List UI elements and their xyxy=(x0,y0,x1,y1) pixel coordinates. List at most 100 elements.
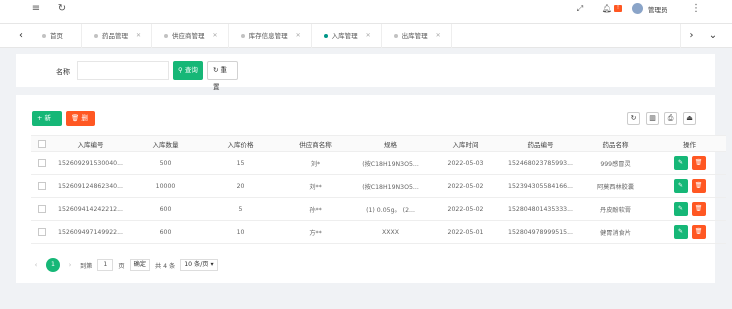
table-cell: 152609497149922... xyxy=(53,220,128,244)
next-page-icon[interactable]: › xyxy=(65,261,75,269)
username[interactable]: 管理员 xyxy=(648,4,668,14)
tabs-scroll-right-icon[interactable]: › xyxy=(680,24,702,48)
column-header[interactable]: 药品名称 xyxy=(578,135,653,152)
delete-icon[interactable]: 🗑︎ xyxy=(691,202,706,216)
more-icon[interactable]: ⋮ xyxy=(690,3,702,15)
tab-dot-icon xyxy=(94,34,98,38)
add-button[interactable]: + 新增 xyxy=(32,111,62,137)
table-cell: (按C18H19N3O5... xyxy=(353,151,428,175)
table-cell: 2022-05-02 xyxy=(428,197,503,221)
select-all-checkbox[interactable] xyxy=(38,139,46,148)
row-checkbox[interactable] xyxy=(38,159,46,167)
column-header[interactable]: 入库编号 xyxy=(53,135,128,152)
tab-dot-icon xyxy=(164,34,169,38)
goto-confirm-button[interactable]: 确定 xyxy=(129,259,150,271)
chevron-down-icon[interactable]: ⌄ xyxy=(702,24,724,48)
reset-icon: ↻ xyxy=(213,66,221,74)
table-cell: 600 xyxy=(128,197,203,221)
edit-icon[interactable]: ✎ xyxy=(673,156,688,170)
tab-dot-icon xyxy=(240,34,245,38)
table-cell: 2022-05-03 xyxy=(428,151,503,175)
column-header[interactable]: 规格 xyxy=(353,135,428,152)
tab-label: 供应商管理 xyxy=(172,32,205,40)
tab-list: 首页 药品管理 ✕ 供应商管理 ✕ 库存信息管理 ✕ 入库管理 ✕ 出库管理 ✕ xyxy=(30,24,452,48)
current-page[interactable]: 1 xyxy=(46,258,60,272)
row-actions: ✎ 🗑︎ xyxy=(653,151,726,175)
columns-icon[interactable]: ▥ xyxy=(646,112,659,125)
tab-dot-icon xyxy=(42,34,46,38)
goto-page-input[interactable]: 1 xyxy=(97,259,114,271)
menu-icon[interactable]: ≡ xyxy=(30,3,42,15)
refresh-icon[interactable]: ↻ xyxy=(56,3,68,15)
column-header[interactable]: 入库时间 xyxy=(428,135,503,152)
row-checkbox[interactable] xyxy=(38,228,46,236)
column-header[interactable]: 入库数量 xyxy=(128,135,203,152)
prev-page-icon[interactable]: ‹ xyxy=(31,261,41,269)
tab-label: 首页 xyxy=(50,32,63,40)
edit-icon[interactable]: ✎ xyxy=(673,202,688,216)
export-icon[interactable]: ⏏ xyxy=(683,112,696,125)
table-row[interactable]: 152609497149922... 600 10 方** XXXX 2022-… xyxy=(31,220,726,244)
expand-icon[interactable]: ⤢ xyxy=(574,3,586,15)
avatar[interactable] xyxy=(632,3,643,14)
close-icon[interactable]: ✕ xyxy=(366,24,371,48)
total-count: 共 4 条 xyxy=(154,262,176,270)
column-header[interactable]: 药品编号 xyxy=(503,135,578,152)
table-row[interactable]: 152609291530040... 500 15 刘* (按C18H19N3O… xyxy=(31,151,726,175)
table-cell: 600 xyxy=(128,220,203,244)
column-header[interactable]: 供应商名称 xyxy=(278,135,353,152)
search-button[interactable]: ⚲ 查询 xyxy=(173,61,203,80)
table-cell: 152804978999515... xyxy=(503,220,578,244)
close-icon[interactable]: ✕ xyxy=(213,24,218,48)
table-cell: 999感冒灵 xyxy=(578,151,653,175)
table-header: 入库编号 入库数量 入库价格 供应商名称 规格 入库时间 药品编号 药品名称 操… xyxy=(31,135,726,152)
tab-inbound-management[interactable]: 入库管理 ✕ xyxy=(312,24,382,48)
table-cell: 20 xyxy=(203,174,278,198)
close-icon[interactable]: ✕ xyxy=(136,24,141,48)
name-search-input[interactable] xyxy=(77,61,169,80)
table-cell: 10 xyxy=(203,220,278,244)
tab-inventory-management[interactable]: 库存信息管理 ✕ xyxy=(229,24,312,48)
table-cell: 152609124862340... xyxy=(53,174,128,198)
edit-icon[interactable]: ✎ xyxy=(673,225,688,239)
table-cell: 152609414242212... xyxy=(53,197,128,221)
row-actions: ✎ 🗑︎ xyxy=(653,174,726,198)
close-icon[interactable]: ✕ xyxy=(296,24,301,48)
refresh-table-icon[interactable]: ↻ xyxy=(627,112,640,125)
reset-button[interactable]: ↻ 重置 xyxy=(207,61,238,91)
table-cell: (按C18H19N3O5... xyxy=(353,174,428,198)
close-icon[interactable]: ✕ xyxy=(436,24,441,48)
notification-badge: ! xyxy=(614,5,622,12)
page-size-select[interactable]: 10 条/页 ▾ xyxy=(180,259,218,271)
tabs-scroll-left-icon[interactable]: ‹ xyxy=(10,24,32,48)
delete-icon[interactable]: 🗑︎ xyxy=(691,179,706,193)
delete-icon[interactable]: 🗑︎ xyxy=(691,225,706,239)
column-header[interactable]: 入库价格 xyxy=(203,135,278,152)
row-checkbox[interactable] xyxy=(38,182,46,190)
tab-drug-management[interactable]: 药品管理 ✕ xyxy=(82,24,153,48)
table-row[interactable]: 152609414242212... 600 5 孙** (1) 0.05g。 … xyxy=(31,197,726,221)
tab-home[interactable]: 首页 xyxy=(30,24,82,48)
edit-icon[interactable]: ✎ xyxy=(673,179,688,193)
print-icon[interactable]: ⎙ xyxy=(664,112,677,125)
tab-label: 入库管理 xyxy=(331,32,358,40)
tab-supplier-management[interactable]: 供应商管理 ✕ xyxy=(152,24,229,48)
tab-outbound-management[interactable]: 出库管理 ✕ xyxy=(382,24,452,48)
page-unit-label: 页 xyxy=(118,262,125,270)
pagination: ‹ 1 › 到第 1 页 确定 共 4 条 10 条/页 ▾ xyxy=(31,258,218,272)
row-checkbox[interactable] xyxy=(38,205,46,213)
row-actions: ✎ 🗑︎ xyxy=(653,197,726,221)
tab-label: 库存信息管理 xyxy=(248,32,288,40)
table-cell: 152609291530040... xyxy=(53,151,128,175)
table-cell: 500 xyxy=(128,151,203,175)
table-cell: 152804801435333... xyxy=(503,197,578,221)
page-size-value: 10 条/页 xyxy=(184,261,209,268)
goto-label: 到第 xyxy=(80,262,93,270)
bell-icon[interactable]: 🔔︎ xyxy=(601,3,613,15)
batch-delete-button[interactable]: 🗑︎ 删除 xyxy=(66,111,95,137)
delete-icon[interactable]: 🗑︎ xyxy=(691,156,706,170)
table-cell: 方** xyxy=(278,220,353,244)
table-row[interactable]: 152609124862340... 10000 20 刘** (按C18H19… xyxy=(31,174,726,198)
table-cell: 刘** xyxy=(278,174,353,198)
tab-dot-icon xyxy=(323,34,328,38)
